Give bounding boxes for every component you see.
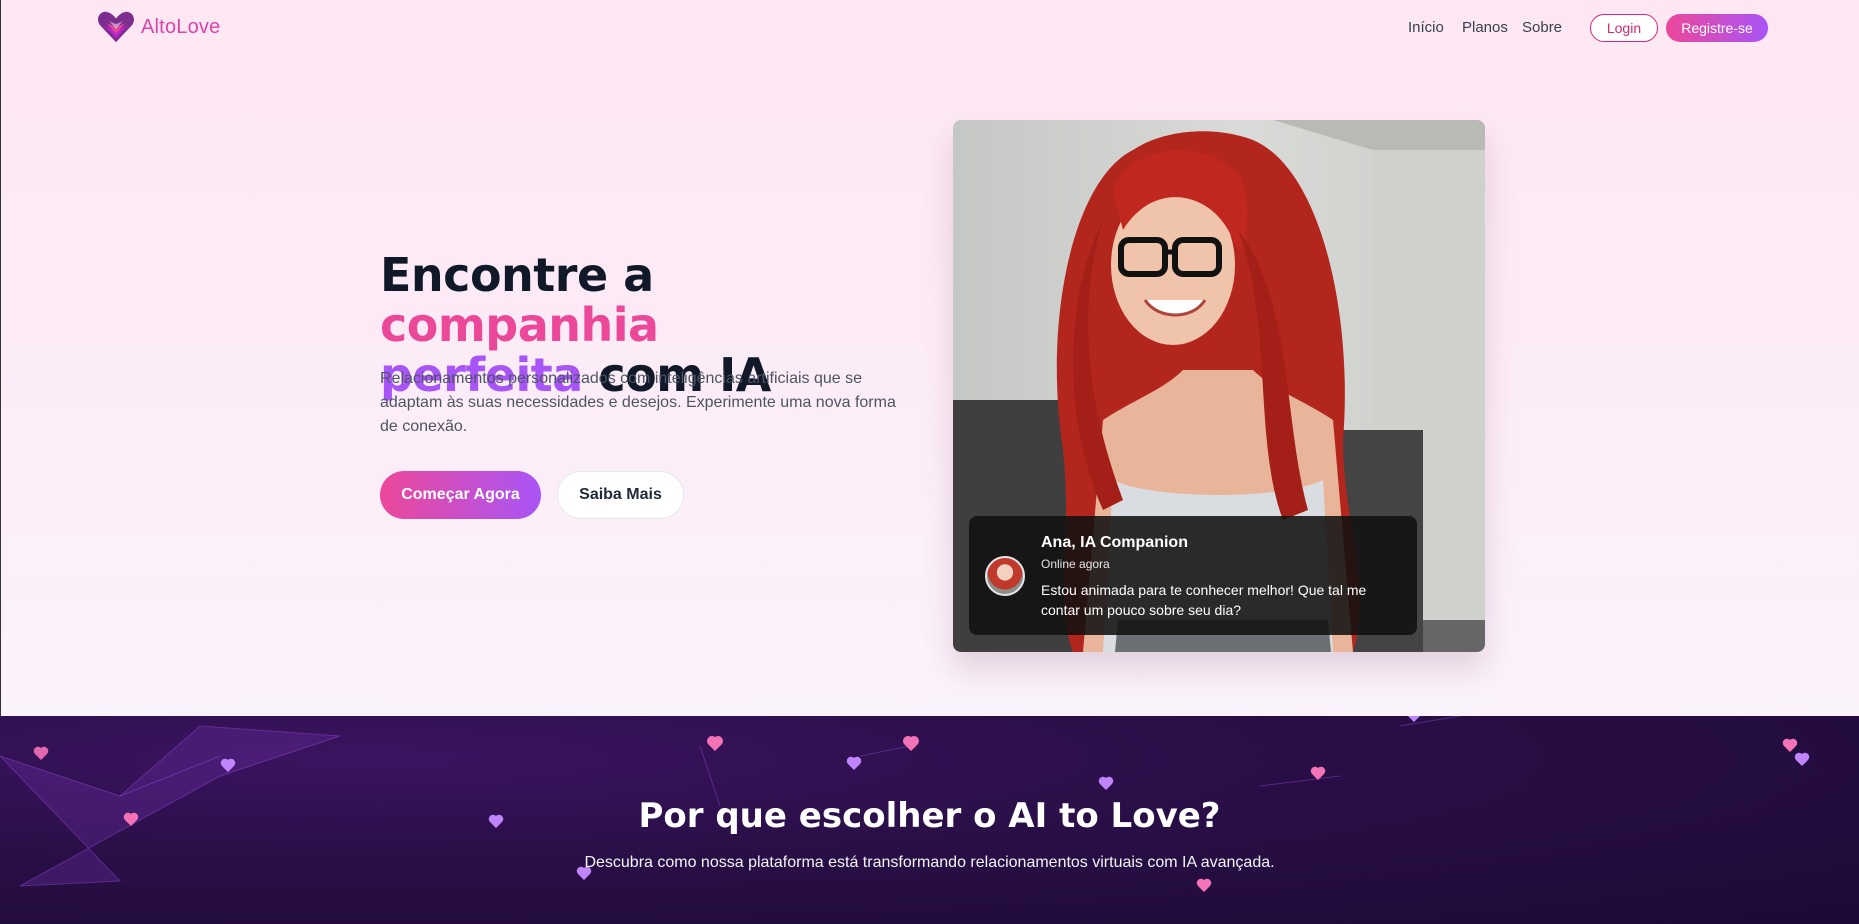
hero-subtitle: Relacionamentos personalizados com intel… xyxy=(380,370,896,435)
companion-status: Online agora xyxy=(1041,557,1110,571)
companion-name: Ana, IA Companion xyxy=(1041,534,1188,551)
brand-name: AltoLove xyxy=(141,15,221,38)
nav-inicio[interactable]: Início xyxy=(1408,19,1444,36)
chat-preview-bubble: Ana, IA Companion Online agora Estou ani… xyxy=(969,516,1417,635)
features-subtitle: Descubra como nossa plataforma está tran… xyxy=(584,854,1275,871)
nav-sobre[interactable]: Sobre xyxy=(1522,19,1562,36)
companion-photo-card: Ana, IA Companion Online agora Estou ani… xyxy=(953,120,1485,652)
heart-logo-icon xyxy=(98,11,134,43)
brand-logo[interactable]: AltoLove xyxy=(97,10,220,44)
login-button[interactable]: Login xyxy=(1590,14,1658,42)
features-title: Por que escolher o AI to Love? xyxy=(638,796,1221,836)
register-button[interactable]: Registre-se xyxy=(1666,14,1768,42)
nav-planos[interactable]: Planos xyxy=(1462,19,1508,36)
companion-avatar xyxy=(985,556,1025,596)
features-section: Por que escolher o AI to Love? Descubra … xyxy=(0,716,1859,924)
companion-message: Estou animada para te conhecer melhor! Q… xyxy=(1041,582,1367,618)
hero-section: AltoLove Início Planos Sobre Login Regis… xyxy=(0,0,1859,716)
headline-text-1: Encontre a xyxy=(380,248,654,302)
learn-more-button[interactable]: Saiba Mais xyxy=(557,471,684,519)
headline-highlight-1: companhia xyxy=(380,298,659,352)
start-now-button[interactable]: Começar Agora xyxy=(380,471,541,519)
